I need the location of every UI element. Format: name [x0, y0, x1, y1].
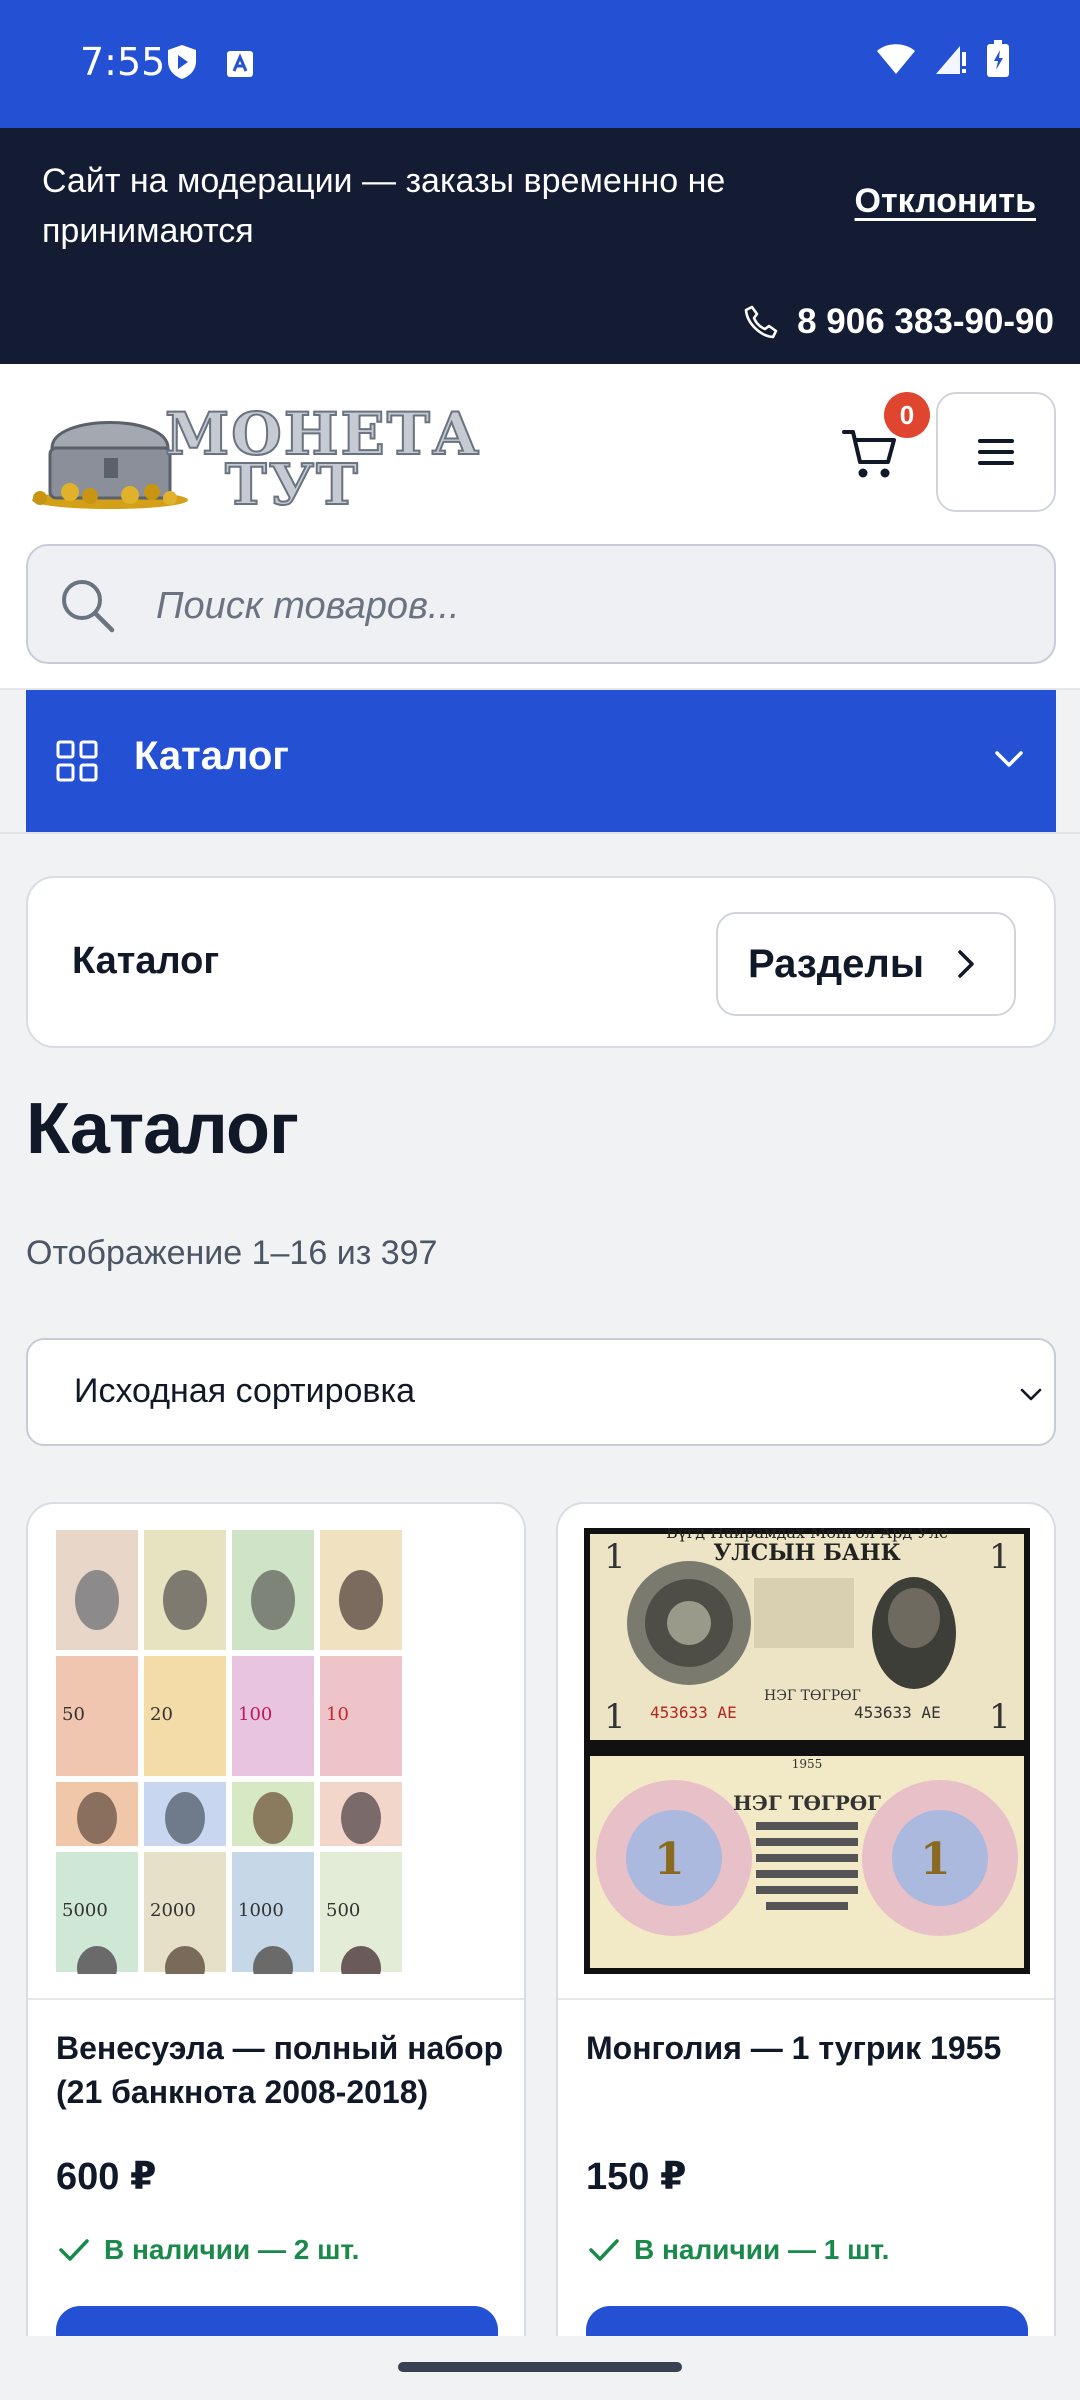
- search-input[interactable]: [156, 566, 1016, 646]
- venezuela-value-4: 10: [326, 1704, 349, 1725]
- home-indicator[interactable]: [398, 2362, 682, 2372]
- status-time: 7:55: [80, 40, 166, 84]
- phone-number: 8 906 383-90-90: [797, 302, 1054, 341]
- svg-text:1: 1: [920, 1834, 951, 1885]
- product-price: 600 ₽: [56, 2156, 157, 2198]
- product-image-mongolia[interactable]: Бүгд Найрамдах Монгол Ард Улс УЛСЫН БАНК…: [584, 1528, 1030, 1974]
- chevron-right-icon: [958, 950, 974, 978]
- signal-icon: [936, 46, 966, 74]
- chevron-down-icon: [1020, 1388, 1042, 1401]
- shield-icon: [168, 45, 196, 79]
- menu-icon: [978, 439, 1014, 465]
- mongolia-year: 1955: [792, 1757, 823, 1771]
- site-header: МОНЕТА ТУТ 0: [0, 364, 1080, 690]
- product-price: 150 ₽: [586, 2156, 687, 2198]
- moderation-banner: Сайт на модерации — заказы временно не п…: [0, 128, 1080, 364]
- banner-message: Сайт на модерации — заказы временно не п…: [42, 162, 726, 250]
- product-image-venezuela[interactable]: 50 20 100 10 5000 2000 1000 500: [54, 1528, 500, 1974]
- venezuela-value-7: 1000: [238, 1900, 284, 1921]
- menu-button[interactable]: [936, 392, 1056, 512]
- catalog-menu-label: Каталог: [134, 734, 289, 778]
- venezuela-value-2: 20: [150, 1704, 173, 1725]
- cart-count-badge: 0: [884, 392, 930, 438]
- venezuela-value-6: 2000: [150, 1900, 196, 1921]
- grid-icon: [56, 740, 98, 782]
- stock-status: В наличии — 2 шт.: [58, 2234, 359, 2266]
- venezuela-value-1: 50: [62, 1704, 85, 1725]
- image-separator: [28, 1998, 524, 2000]
- status-bar: 7:55: [0, 0, 1080, 128]
- svg-text:1: 1: [989, 1697, 1011, 1737]
- breadcrumb: Каталог Разделы: [26, 876, 1056, 1048]
- svg-text:1: 1: [604, 1537, 626, 1577]
- site-logo[interactable]: МОНЕТА ТУТ: [30, 390, 480, 520]
- wifi-icon: [877, 44, 915, 74]
- battery-icon: [987, 40, 1009, 77]
- venezuela-value-3: 100: [238, 1704, 272, 1725]
- product-name[interactable]: Венесуэла — полный набор (21 банкнота 20…: [56, 2026, 506, 2114]
- svg-text:1: 1: [604, 1697, 626, 1737]
- mongolia-bank-text: УЛСЫН БАНК: [713, 1540, 900, 1566]
- stock-text: В наличии — 2 шт.: [104, 2234, 360, 2265]
- svg-text:1: 1: [989, 1537, 1011, 1577]
- product-card[interactable]: Бүгд Найрамдах Монгол Ард Улс УЛСЫН БАНК…: [556, 1502, 1056, 2400]
- catalog-menu-bar[interactable]: Каталог: [26, 690, 1056, 832]
- image-separator: [558, 1998, 1054, 2000]
- mongolia-denom-back: НЭГ ТӨГРӨГ: [733, 1791, 881, 1815]
- breadcrumb-current: Каталог: [72, 940, 220, 982]
- product-name[interactable]: Монголия — 1 тугрик 1955: [586, 2026, 1036, 2070]
- check-icon: [589, 2239, 619, 2261]
- dismiss-banner-link[interactable]: Отклонить: [855, 182, 1036, 221]
- page-title: Каталог: [26, 1089, 299, 1169]
- section-divider: [0, 832, 1080, 834]
- logo-word-2: ТУТ: [224, 451, 360, 519]
- mongolia-denom-front: НЭГ ТӨГРӨГ: [764, 1688, 861, 1704]
- check-icon: [59, 2239, 89, 2261]
- svg-text:1: 1: [654, 1834, 685, 1885]
- search-icon: [62, 580, 115, 633]
- results-count: Отображение 1–16 из 397: [26, 1234, 438, 1272]
- product-card[interactable]: 50 20 100 10 5000 2000 1000 500 Венесуэл…: [26, 1502, 526, 2400]
- sections-label: Разделы: [748, 941, 924, 986]
- search-bar: [26, 544, 1056, 664]
- mongolia-serial-right: 453633 АЕ: [854, 1703, 941, 1722]
- chevron-down-icon: [995, 751, 1023, 767]
- stock-text: В наличии — 1 шт.: [634, 2234, 890, 2265]
- mongolia-serial-left: 453633 АЕ: [650, 1703, 737, 1722]
- sort-select[interactable]: Исходная сортировка: [26, 1338, 1056, 1446]
- phone-icon: [744, 305, 778, 339]
- cart-icon[interactable]: [840, 424, 900, 484]
- venezuela-value-5: 5000: [62, 1900, 108, 1921]
- keyboard-icon: [227, 51, 253, 77]
- sections-button[interactable]: Разделы: [716, 912, 1016, 1016]
- venezuela-value-8: 500: [326, 1900, 360, 1921]
- stock-status: В наличии — 1 шт.: [588, 2234, 889, 2266]
- phone-link[interactable]: 8 906 383-90-90: [743, 302, 1054, 342]
- sort-selected-value: Исходная сортировка: [74, 1372, 416, 1410]
